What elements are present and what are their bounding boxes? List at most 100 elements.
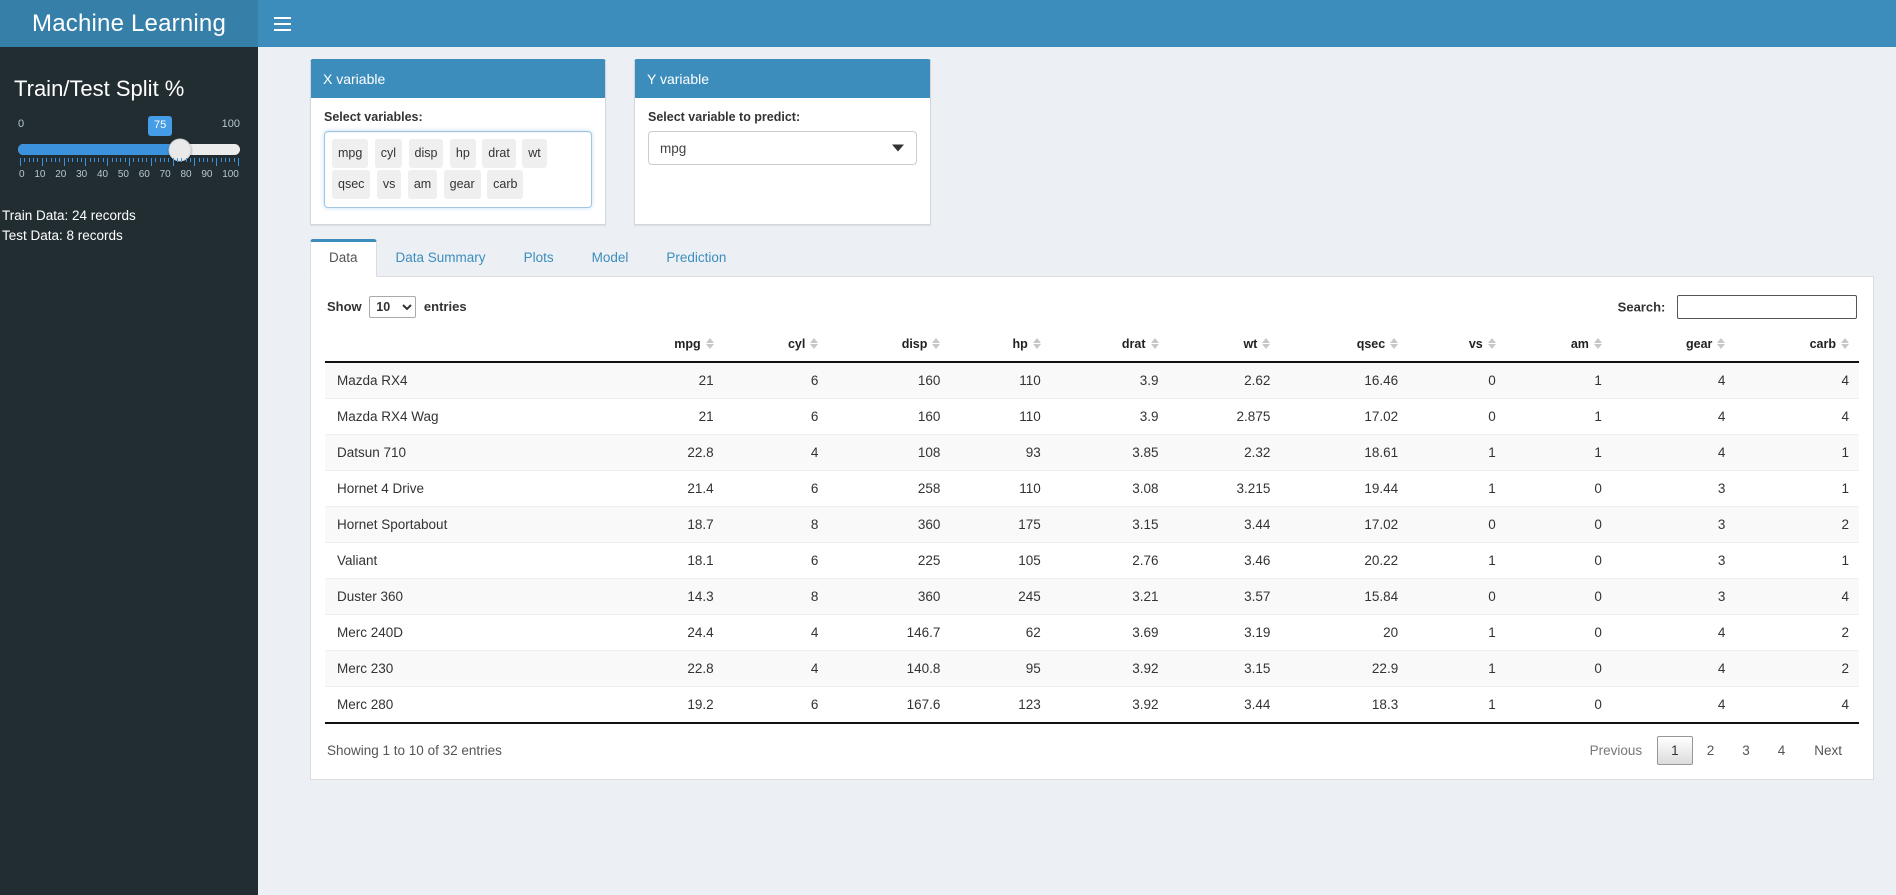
- table-cell: 0: [1505, 686, 1612, 724]
- x-variable-chip[interactable]: drat: [482, 139, 516, 168]
- table-cell-rowname: Mazda RX4 Wag: [325, 398, 601, 435]
- table-cell: 6: [723, 470, 829, 507]
- y-variable-dropdown[interactable]: mpg: [648, 131, 917, 165]
- table-cell: 3.15: [1168, 650, 1281, 687]
- slider-tick: [172, 158, 174, 166]
- sidebar: Train/Test Split % 0 100 75 0 10 20 30 40 50 6…: [0, 47, 258, 895]
- column-header-qsec[interactable]: qsec: [1280, 329, 1409, 363]
- table-cell: 6: [723, 686, 829, 724]
- data-tab-panel: Show 102550100 entries Search: mpg cyl dis…: [310, 277, 1874, 780]
- sort-arrows-icon: [1841, 337, 1849, 350]
- x-variable-panel: X variable Select variables: mpg cyl dis…: [310, 59, 606, 225]
- table-cell: 18.7: [600, 506, 724, 543]
- pagination-page-4[interactable]: 4: [1764, 736, 1800, 765]
- pagination-page-2[interactable]: 2: [1693, 736, 1729, 765]
- tab-plots[interactable]: Plots: [505, 239, 573, 277]
- column-header-am[interactable]: am: [1505, 329, 1612, 363]
- y-variable-panel-body: Select variable to predict: mpg: [635, 98, 930, 181]
- table-cell: 3.215: [1168, 470, 1281, 507]
- table-cell: 1: [1735, 542, 1859, 579]
- column-header-vs[interactable]: vs: [1408, 329, 1506, 363]
- table-cell: 1: [1408, 650, 1506, 687]
- tab-data-summary[interactable]: Data Summary: [377, 239, 505, 277]
- table-cell: 360: [828, 578, 951, 615]
- table-cell-rowname: Mazda RX4: [325, 361, 601, 399]
- x-variable-chip[interactable]: disp: [408, 139, 444, 168]
- table-cell: 175: [950, 506, 1051, 543]
- table-row: Duster 360 14.3 8 360 245 3.21 3.57 15.84 0 0 3 4: [325, 578, 1859, 615]
- table-cell-rowname: Hornet Sportabout: [325, 506, 601, 543]
- sort-arrows-icon: [1262, 337, 1271, 350]
- page-length-select[interactable]: 102550100: [369, 296, 417, 318]
- column-header-disp[interactable]: disp: [828, 329, 951, 363]
- table-cell: 93: [950, 434, 1051, 471]
- x-variable-chip[interactable]: gear: [443, 170, 481, 199]
- slider-tick: [50, 158, 52, 162]
- tab-data[interactable]: Data: [310, 239, 377, 277]
- slider-tick: [46, 158, 48, 162]
- table-cell: 0: [1505, 542, 1612, 579]
- table-cell: 1: [1408, 686, 1506, 724]
- slider-tick: [181, 158, 183, 162]
- table-cell: 22.9: [1280, 650, 1409, 687]
- table-cell: 160: [828, 398, 951, 435]
- x-variable-chip[interactable]: hp: [449, 139, 476, 168]
- tab-model[interactable]: Model: [573, 239, 648, 277]
- column-header-mpg[interactable]: mpg: [600, 329, 724, 363]
- datatable-controls: Show 102550100 entries Search:: [325, 295, 1859, 319]
- table-cell: 0: [1408, 578, 1506, 615]
- x-variable-chip[interactable]: wt: [522, 139, 547, 168]
- column-header-wt[interactable]: wt: [1168, 329, 1281, 363]
- table-cell: 3: [1611, 506, 1736, 543]
- tab-prediction[interactable]: Prediction: [647, 239, 745, 277]
- slider-tick-label: 100: [222, 169, 239, 180]
- column-header-rowname[interactable]: [325, 329, 601, 363]
- slider-tick-label: 10: [34, 169, 46, 180]
- sort-arrows-icon: [1593, 337, 1602, 350]
- column-header-carb[interactable]: carb: [1735, 329, 1859, 363]
- column-header-gear[interactable]: gear: [1611, 329, 1736, 363]
- table-cell: 21: [600, 398, 724, 435]
- column-header-label: drat: [1121, 337, 1146, 351]
- slider-tick-label: 90: [201, 169, 213, 180]
- x-variable-chip[interactable]: vs: [376, 170, 402, 199]
- variable-panels: X variable Select variables: mpg cyl dis…: [310, 59, 1874, 225]
- pagination-page-3[interactable]: 3: [1728, 736, 1764, 765]
- table-cell: 4: [1735, 398, 1859, 435]
- column-header-label: gear: [1686, 337, 1713, 351]
- slider-tick: [33, 158, 35, 162]
- topbar: Machine Learning: [0, 0, 1896, 47]
- table-cell: 1: [1505, 361, 1612, 399]
- table-cell: 4: [1735, 686, 1859, 724]
- slider-tick: [216, 158, 218, 166]
- column-header-drat[interactable]: drat: [1050, 329, 1169, 363]
- app-brand: Machine Learning: [0, 0, 258, 47]
- table-cell: 15.84: [1280, 578, 1409, 615]
- pagination-next[interactable]: Next: [1799, 736, 1857, 765]
- table-cell: 3.19: [1168, 614, 1281, 651]
- hamburger-icon[interactable]: [258, 0, 306, 47]
- table-row: Mazda RX4 Wag 21 6 160 110 3.9 2.875 17.02 0 1 4 4: [325, 398, 1859, 435]
- slider-tick: [207, 158, 209, 162]
- x-variable-chip[interactable]: qsec: [332, 170, 371, 199]
- x-variable-chip[interactable]: cyl: [374, 139, 403, 168]
- table-cell: 4: [1611, 686, 1736, 724]
- table-header-row: mpg cyl disp hp drat wt qsec vs am gear carb: [325, 329, 1859, 363]
- search-input[interactable]: [1677, 295, 1857, 319]
- x-variable-select-input[interactable]: mpg cyl disp hp drat wt qsec vs am gear …: [324, 131, 592, 208]
- column-header-cyl[interactable]: cyl: [723, 329, 829, 363]
- slider-track[interactable]: [18, 138, 240, 161]
- column-header-label: hp: [1012, 337, 1028, 351]
- x-variable-chip[interactable]: carb: [487, 170, 524, 199]
- table-cell: 1: [1408, 614, 1506, 651]
- pagination-previous[interactable]: Previous: [1575, 736, 1658, 765]
- pagination-page-1[interactable]: 1: [1657, 736, 1693, 765]
- table-row: Valiant 18.1 6 225 105 2.76 3.46 20.22 1 0 3 1: [325, 542, 1859, 579]
- table-cell: 1: [1735, 470, 1859, 507]
- table-row: Datsun 710 22.8 4 108 93 3.85 2.32 18.61 1 1 4 1: [325, 434, 1859, 471]
- column-header-hp[interactable]: hp: [950, 329, 1051, 363]
- table-cell: 4: [1611, 434, 1736, 471]
- x-variable-chip[interactable]: mpg: [332, 139, 369, 168]
- table-row: Merc 240D 24.4 4 146.7 62 3.69 3.19 20 1 0 4 2: [325, 614, 1859, 651]
- x-variable-chip[interactable]: am: [407, 170, 438, 199]
